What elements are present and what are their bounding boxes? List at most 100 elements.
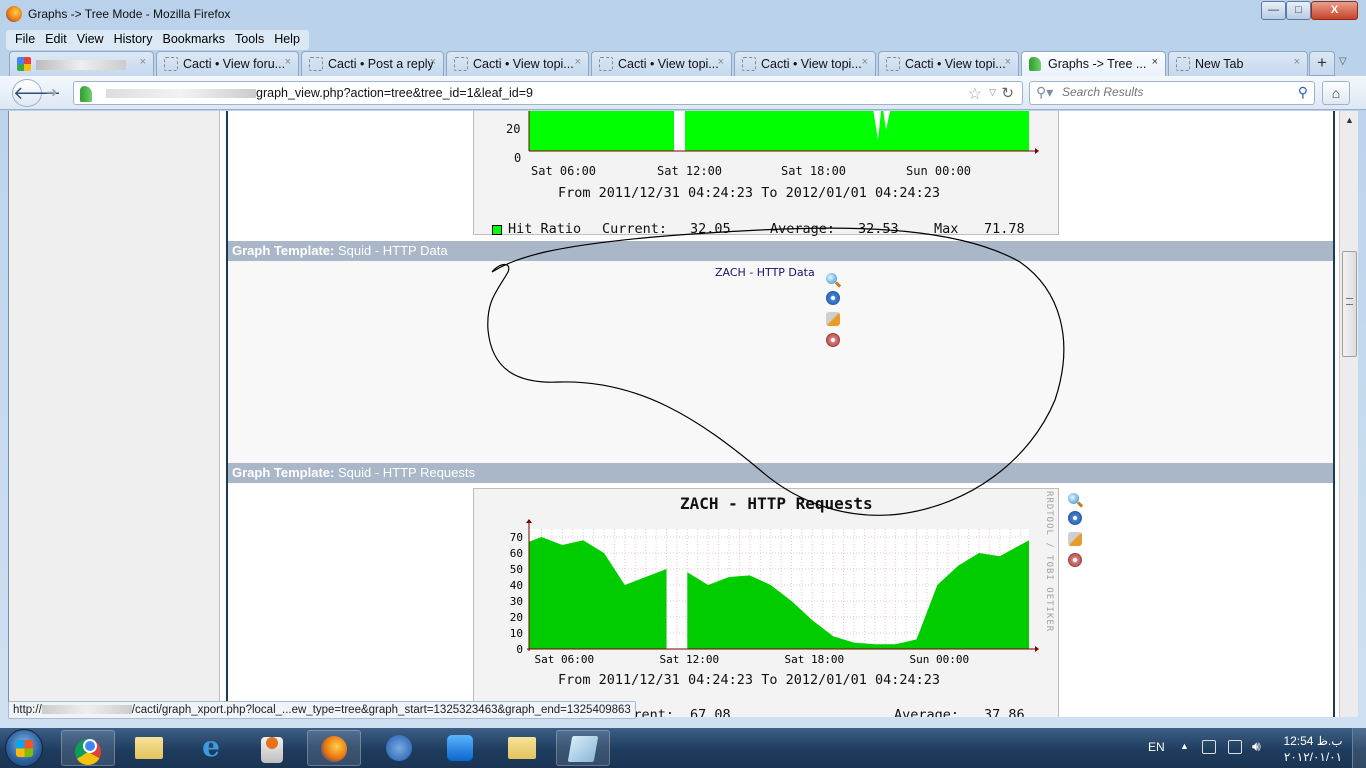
menu-help[interactable]: Help <box>269 30 305 50</box>
tab-close-icon[interactable]: × <box>575 56 581 68</box>
menu-bookmarks[interactable]: Bookmarks <box>157 30 230 50</box>
tab-item[interactable]: Cacti • View topi... × <box>591 51 732 76</box>
graph-settings-icon[interactable] <box>1068 532 1082 546</box>
taskbar-teamviewer[interactable] <box>433 730 487 766</box>
tab-item[interactable]: Cacti • View topi... × <box>734 51 876 76</box>
taskbar-explorer[interactable] <box>122 730 176 766</box>
menu-history[interactable]: History <box>109 30 158 50</box>
maximize-button[interactable]: □ <box>1286 1 1311 20</box>
start-button[interactable] <box>5 729 43 767</box>
legend-average-label: Average: <box>770 221 836 237</box>
system-clock[interactable]: 12:54 ب.ظ ۲۰۱۲/۰۱/۰۱ <box>1278 733 1348 765</box>
language-indicator[interactable]: EN <box>1148 740 1165 754</box>
tab-item[interactable]: Cacti • View topi... × <box>878 51 1019 76</box>
url-dropdown-icon[interactable]: ▽ <box>989 87 996 98</box>
graph-link-http-data[interactable]: ZACH - HTTP Data <box>715 266 815 279</box>
site-identity-icon[interactable] <box>80 86 92 102</box>
legend-average-value: 37.86 <box>984 707 1025 717</box>
tab-label: Cacti • View topi... <box>761 57 862 71</box>
vertical-scrollbar[interactable]: ▲ <box>1339 111 1358 717</box>
tab-close-icon[interactable]: × <box>285 56 291 68</box>
tab-close-icon[interactable]: × <box>1005 56 1011 68</box>
scroll-up-arrow[interactable]: ▲ <box>1345 115 1354 125</box>
tab-label: Cacti • View topi... <box>905 57 1006 71</box>
zoom-graph-icon[interactable] <box>826 273 837 284</box>
network-icon[interactable] <box>1228 740 1242 754</box>
scrollbar-thumb[interactable] <box>1342 251 1357 357</box>
hit-ratio-graph[interactable]: 20 0 Sat 06:00 Sat 12:00 Sat 18:00 Sun 0… <box>473 111 1059 237</box>
tab-close-icon[interactable]: × <box>140 56 146 68</box>
grip-icon <box>1346 298 1353 305</box>
menu-tools[interactable]: Tools <box>230 30 269 50</box>
power-icon[interactable] <box>1202 740 1216 754</box>
back-button[interactable]: 🡐 <box>12 79 61 107</box>
forward-button[interactable]: ➜ <box>46 84 58 101</box>
zoom-graph-icon[interactable] <box>1068 493 1079 504</box>
page-top-icon[interactable] <box>1068 553 1082 567</box>
menu-view[interactable]: View <box>72 30 109 50</box>
xtick-label: Sun 00:00 <box>906 164 972 178</box>
tab-close-icon[interactable]: × <box>718 56 724 68</box>
tab-label: Cacti • View topi... <box>618 57 719 71</box>
menu-file[interactable]: File <box>10 30 40 50</box>
window-title: Graphs -> Tree Mode - Mozilla Firefox <box>28 7 231 21</box>
tab-item[interactable]: Cacti • View topi... × <box>446 51 589 76</box>
tree-pane <box>9 111 220 717</box>
taskbar-notepad[interactable] <box>556 730 610 766</box>
volume-icon[interactable]: 🔊︎ <box>1252 738 1261 755</box>
graph-settings-icon[interactable] <box>826 312 840 326</box>
tab-close-icon[interactable]: × <box>430 56 436 68</box>
search-go-icon[interactable]: ⚲ <box>1298 84 1308 101</box>
xtick-label: Sat 06:00 <box>535 653 595 666</box>
menu-edit[interactable]: Edit <box>40 30 72 50</box>
bookmark-star-icon[interactable]: ☆ <box>968 84 982 104</box>
taskbar-winbox[interactable] <box>372 730 426 766</box>
search-engine-icon[interactable]: ⚲▾ <box>1036 84 1053 101</box>
cacti-icon <box>1029 57 1041 71</box>
taskbar-ie[interactable]: e <box>184 730 238 766</box>
xtick-label: Sat 12:00 <box>657 164 723 178</box>
http-requests-graph[interactable]: ZACH - HTTP Requests 0 10 20 30 40 50 60 70 Sat … <box>473 488 1059 717</box>
tab-google[interactable]: × <box>9 51 154 76</box>
reload-icon[interactable]: ↻ <box>1001 84 1014 102</box>
url-bar[interactable]: graph_view.php?action=tree&tree_id=1&lea… <box>73 81 1023 105</box>
tab-close-icon[interactable]: × <box>1294 56 1300 68</box>
graph-section-http-requests: ZACH - HTTP Requests 0 10 20 30 40 50 60 70 Sat … <box>228 483 1333 717</box>
home-button[interactable]: ⌂ <box>1322 81 1350 105</box>
tab-label: Cacti • View foru... <box>183 57 286 71</box>
tab-label: New Tab <box>1195 57 1244 71</box>
url-text[interactable]: graph_view.php?action=tree&tree_id=1&lea… <box>256 86 533 100</box>
taskbar-explorer-2[interactable] <box>495 730 549 766</box>
firefox-window: Graphs -> Tree Mode - Mozilla Firefox — … <box>0 0 1366 728</box>
search-input[interactable] <box>1062 85 1282 99</box>
close-button[interactable]: X <box>1311 1 1358 20</box>
taskbar-firefox[interactable] <box>307 730 361 766</box>
tab-close-icon[interactable]: × <box>1152 56 1158 68</box>
new-tab-button[interactable]: + <box>1309 51 1335 76</box>
tab-item[interactable]: Cacti • View foru... × <box>156 51 299 76</box>
firefox-icon <box>321 736 347 762</box>
export-csv-icon[interactable] <box>1068 511 1082 525</box>
tab-new-tab[interactable]: New Tab × <box>1168 51 1308 76</box>
xtick-label: Sun 00:00 <box>910 653 970 666</box>
ytick-label: 30 <box>510 595 523 608</box>
taskbar-chrome[interactable] <box>61 730 115 766</box>
legend-current-label: Current: <box>602 221 668 237</box>
legend-name: Hit Ratio <box>508 221 582 237</box>
show-desktop-button[interactable] <box>1352 728 1366 768</box>
ytick-label: 40 <box>510 579 523 592</box>
show-hidden-icons[interactable]: ▲ <box>1180 741 1189 751</box>
graph-actions <box>1068 493 1086 574</box>
graph-range-text: From 2011/12/31 04:24:23 To 2012/01/01 0… <box>558 185 941 201</box>
navigation-toolbar: 🡐 ➜ graph_view.php?action=tree&tree_id=1… <box>0 76 1366 110</box>
tab-graphs-active[interactable]: Graphs -> Tree ... × <box>1021 51 1166 77</box>
minimize-button[interactable]: — <box>1261 1 1286 20</box>
taskbar-media-player[interactable] <box>245 730 299 766</box>
page-top-icon[interactable] <box>826 333 840 347</box>
tab-item[interactable]: Cacti • Post a reply × <box>301 51 444 76</box>
search-bar[interactable]: ⚲▾ ⚲ <box>1029 81 1315 105</box>
export-csv-icon[interactable] <box>826 291 840 305</box>
list-all-tabs-icon[interactable]: ▽ <box>1339 56 1347 67</box>
template-name: Squid - HTTP Requests <box>337 465 476 480</box>
tab-close-icon[interactable]: × <box>862 56 868 68</box>
